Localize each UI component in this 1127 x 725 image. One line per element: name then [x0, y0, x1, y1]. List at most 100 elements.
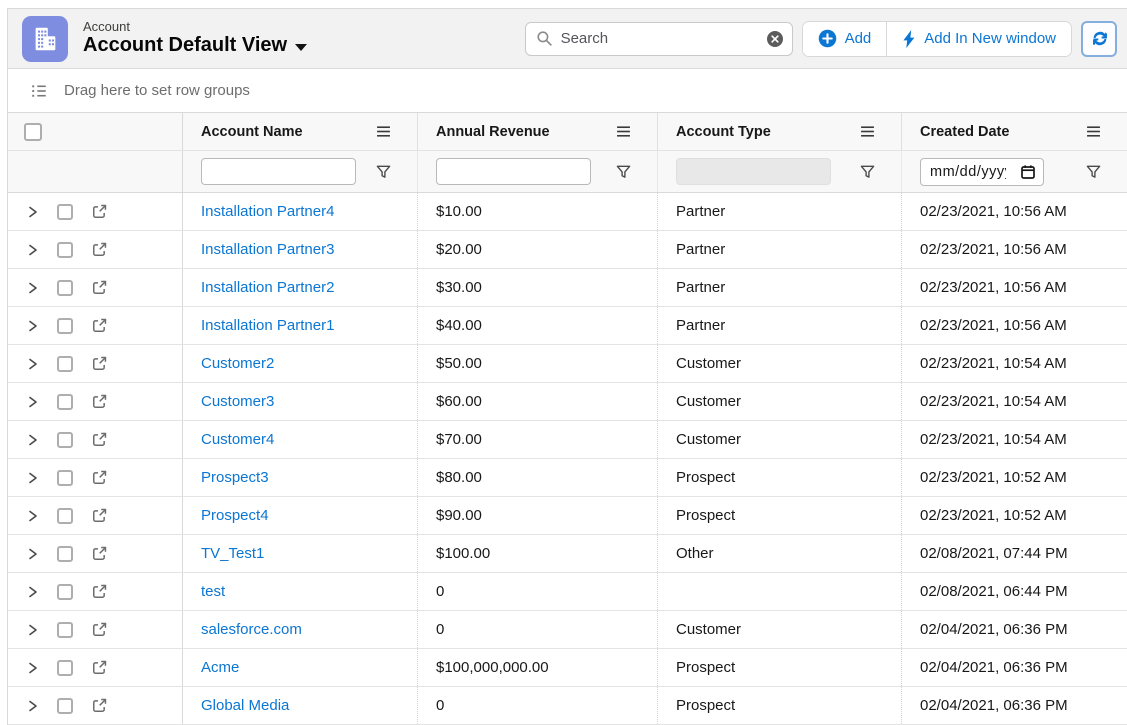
column-header-created-date[interactable]: Created Date: [902, 113, 1127, 150]
account-name-link[interactable]: Prospect4: [201, 507, 269, 524]
account-type-value: Partner: [676, 241, 725, 258]
account-name-link[interactable]: Acme: [201, 659, 239, 676]
view-selector[interactable]: Account Default View: [83, 34, 307, 57]
row-checkbox[interactable]: [57, 698, 73, 714]
account-type-value: Partner: [676, 203, 725, 220]
account-name-link[interactable]: Installation Partner3: [201, 241, 334, 258]
search-input[interactable]: [561, 30, 766, 47]
account-name-link[interactable]: Installation Partner2: [201, 279, 334, 296]
open-record-icon[interactable]: [91, 507, 108, 524]
account-type-value: Other: [676, 545, 714, 562]
row-checkbox[interactable]: [57, 622, 73, 638]
refresh-button[interactable]: [1081, 21, 1117, 57]
created-date-value: 02/04/2021, 06:36 PM: [920, 659, 1068, 676]
column-menu-icon[interactable]: [860, 125, 875, 138]
account-name-link[interactable]: Customer3: [201, 393, 274, 410]
account-name-link[interactable]: test: [201, 583, 225, 600]
account-name-filter-input[interactable]: [201, 158, 356, 185]
open-record-icon[interactable]: [91, 393, 108, 410]
created-date-value: 02/23/2021, 10:52 AM: [920, 507, 1067, 524]
account-name-link[interactable]: Installation Partner1: [201, 317, 334, 334]
open-record-icon[interactable]: [91, 621, 108, 638]
open-record-icon[interactable]: [91, 203, 108, 220]
created-date-filter-input[interactable]: mm/dd/yyyy: [920, 158, 1044, 186]
open-record-icon[interactable]: [91, 317, 108, 334]
created-date-value: 02/23/2021, 10:54 AM: [920, 393, 1067, 410]
annual-revenue-filter-input[interactable]: [436, 158, 591, 185]
row-checkbox[interactable]: [57, 394, 73, 410]
created-date-cell: 02/23/2021, 10:56 AM: [902, 231, 1127, 268]
row-checkbox[interactable]: [57, 432, 73, 448]
expand-chevron-icon[interactable]: [27, 319, 39, 333]
expand-chevron-icon[interactable]: [27, 585, 39, 599]
created-date-value: 02/23/2021, 10:56 AM: [920, 317, 1067, 334]
account-name-link[interactable]: Global Media: [201, 697, 289, 714]
created-date-cell: 02/08/2021, 07:44 PM: [902, 535, 1127, 572]
open-record-icon[interactable]: [91, 469, 108, 486]
add-in-new-window-label: Add In New window: [924, 30, 1056, 47]
expand-chevron-icon[interactable]: [27, 661, 39, 675]
expand-chevron-icon[interactable]: [27, 281, 39, 295]
account-name-link[interactable]: TV_Test1: [201, 545, 264, 562]
column-menu-icon[interactable]: [1086, 125, 1101, 138]
open-record-icon[interactable]: [91, 431, 108, 448]
annual-revenue-value: $20.00: [436, 241, 482, 258]
column-header-account-type[interactable]: Account Type: [658, 113, 902, 150]
filter-funnel-icon[interactable]: [376, 165, 391, 179]
row-checkbox[interactable]: [57, 280, 73, 296]
account-name-link[interactable]: Customer2: [201, 355, 274, 372]
row-checkbox[interactable]: [57, 356, 73, 372]
filter-funnel-icon[interactable]: [1086, 165, 1101, 179]
row-checkbox[interactable]: [57, 204, 73, 220]
row-checkbox[interactable]: [57, 318, 73, 334]
expand-chevron-icon[interactable]: [27, 509, 39, 523]
calendar-icon[interactable]: [1020, 164, 1036, 180]
created-date-value: 02/23/2021, 10:52 AM: [920, 469, 1067, 486]
open-record-icon[interactable]: [91, 697, 108, 714]
expand-chevron-icon[interactable]: [27, 699, 39, 713]
open-record-icon[interactable]: [91, 659, 108, 676]
open-record-icon[interactable]: [91, 241, 108, 258]
expand-chevron-icon[interactable]: [27, 205, 39, 219]
account-type-cell: Prospect: [658, 687, 902, 724]
open-record-icon[interactable]: [91, 355, 108, 372]
account-type-cell: Customer: [658, 611, 902, 648]
column-menu-icon[interactable]: [376, 125, 391, 138]
add-button[interactable]: Add: [803, 22, 887, 56]
expand-chevron-icon[interactable]: [27, 471, 39, 485]
add-in-new-window-button[interactable]: Add In New window: [887, 22, 1071, 56]
row-checkbox[interactable]: [57, 660, 73, 676]
select-all-checkbox[interactable]: [24, 123, 42, 141]
row-checkbox[interactable]: [57, 470, 73, 486]
column-label: Account Type: [676, 124, 771, 140]
filter-funnel-icon[interactable]: [860, 165, 875, 179]
row-checkbox[interactable]: [57, 508, 73, 524]
expand-chevron-icon[interactable]: [27, 547, 39, 561]
filter-funnel-icon[interactable]: [616, 165, 631, 179]
column-header-account-name[interactable]: Account Name: [183, 113, 418, 150]
expand-chevron-icon[interactable]: [27, 623, 39, 637]
row-groups-bar[interactable]: Drag here to set row groups: [8, 69, 1127, 113]
account-name-link[interactable]: Prospect3: [201, 469, 269, 486]
row-checkbox[interactable]: [57, 584, 73, 600]
column-menu-icon[interactable]: [616, 125, 631, 138]
expand-chevron-icon[interactable]: [27, 433, 39, 447]
filter-cell-account-type: [658, 151, 902, 192]
row-checkbox[interactable]: [57, 546, 73, 562]
account-name-link[interactable]: Customer4: [201, 431, 274, 448]
open-record-icon[interactable]: [91, 279, 108, 296]
annual-revenue-cell: $50.00: [418, 345, 658, 382]
column-header-annual-revenue[interactable]: Annual Revenue: [418, 113, 658, 150]
expand-chevron-icon[interactable]: [27, 357, 39, 371]
expand-chevron-icon[interactable]: [27, 243, 39, 257]
open-record-icon[interactable]: [91, 545, 108, 562]
expand-chevron-icon[interactable]: [27, 395, 39, 409]
row-checkbox[interactable]: [57, 242, 73, 258]
account-name-link[interactable]: salesforce.com: [201, 621, 302, 638]
column-header-row: Account Name Annual Revenue Account Type…: [8, 113, 1127, 151]
annual-revenue-cell: $80.00: [418, 459, 658, 496]
account-name-cell: Installation Partner2: [183, 269, 418, 306]
open-record-icon[interactable]: [91, 583, 108, 600]
account-name-link[interactable]: Installation Partner4: [201, 203, 334, 220]
clear-search-icon[interactable]: [766, 30, 784, 48]
